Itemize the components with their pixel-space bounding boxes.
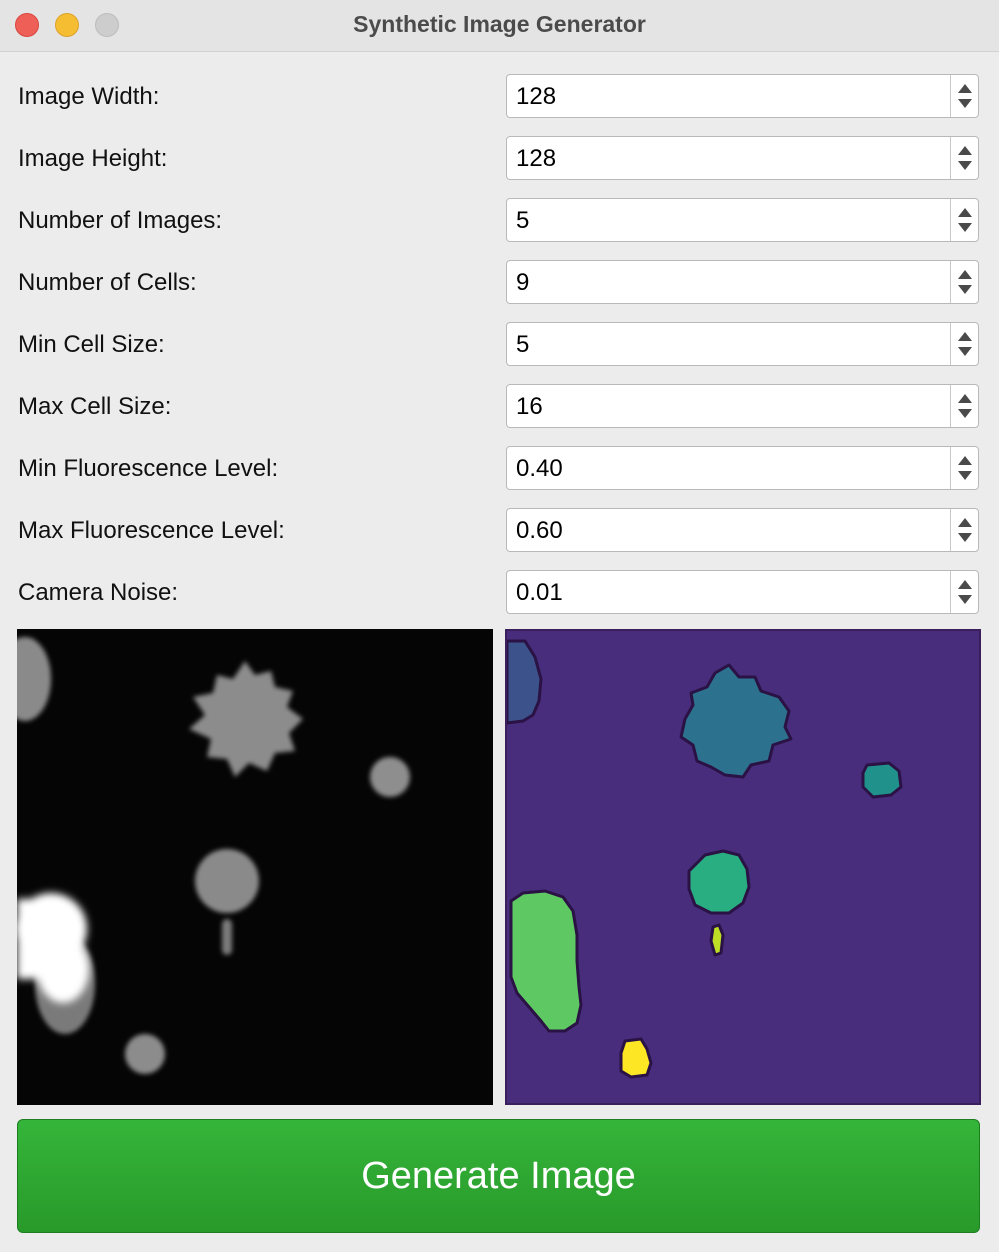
increment-arrow-icon[interactable]: [958, 332, 972, 341]
form-row-image-height: Image Height: 128: [0, 136, 999, 182]
decrement-arrow-icon[interactable]: [958, 471, 972, 480]
decrement-arrow-icon[interactable]: [958, 285, 972, 294]
grayscale-cells-image: [17, 629, 493, 1105]
increment-arrow-icon[interactable]: [958, 456, 972, 465]
increment-arrow-icon[interactable]: [958, 394, 972, 403]
generate-image-button[interactable]: Generate Image: [17, 1119, 980, 1233]
camera-noise-value[interactable]: 0.01: [516, 577, 563, 609]
number-of-cells-spinbox[interactable]: 9: [506, 260, 979, 304]
min-fluorescence-value[interactable]: 0.40: [516, 453, 563, 485]
number-of-images-spinbox[interactable]: 5: [506, 198, 979, 242]
decrement-arrow-icon[interactable]: [958, 99, 972, 108]
camera-noise-spinbox[interactable]: 0.01: [506, 570, 979, 614]
image-height-spinbox[interactable]: 128: [506, 136, 979, 180]
max-cell-size-label: Max Cell Size:: [18, 393, 172, 420]
form-row-min-fluorescence: Min Fluorescence Level: 0.40: [0, 446, 999, 492]
increment-arrow-icon[interactable]: [958, 208, 972, 217]
min-cell-size-value[interactable]: 5: [516, 329, 529, 361]
image-height-label: Image Height:: [18, 145, 168, 172]
min-cell-size-stepper[interactable]: [950, 323, 978, 365]
number-of-images-label: Number of Images:: [18, 207, 223, 234]
increment-arrow-icon[interactable]: [958, 270, 972, 279]
grayscale-image-panel: [17, 629, 493, 1105]
camera-noise-label: Camera Noise:: [18, 579, 179, 606]
min-fluorescence-label: Min Fluorescence Level:: [18, 455, 279, 482]
increment-arrow-icon[interactable]: [958, 580, 972, 589]
form-row-number-of-cells: Number of Cells: 9: [0, 260, 999, 306]
min-cell-size-spinbox[interactable]: 5: [506, 322, 979, 366]
decrement-arrow-icon[interactable]: [958, 595, 972, 604]
min-fluorescence-stepper[interactable]: [950, 447, 978, 489]
increment-arrow-icon[interactable]: [958, 518, 972, 527]
decrement-arrow-icon[interactable]: [958, 161, 972, 170]
number-of-cells-stepper[interactable]: [950, 261, 978, 303]
image-height-value[interactable]: 128: [516, 143, 556, 175]
form-row-camera-noise: Camera Noise: 0.01: [0, 570, 999, 616]
decrement-arrow-icon[interactable]: [958, 409, 972, 418]
image-width-stepper[interactable]: [950, 75, 978, 117]
min-cell-size-label: Min Cell Size:: [18, 331, 165, 358]
title-bar: Synthetic Image Generator: [0, 0, 999, 52]
form-row-max-fluorescence: Max Fluorescence Level: 0.60: [0, 508, 999, 554]
image-width-label: Image Width:: [18, 83, 160, 110]
max-fluorescence-value[interactable]: 0.60: [516, 515, 563, 547]
max-fluorescence-label: Max Fluorescence Level:: [18, 517, 285, 544]
number-of-cells-label: Number of Cells:: [18, 269, 197, 296]
min-fluorescence-spinbox[interactable]: 0.40: [506, 446, 979, 490]
camera-noise-stepper[interactable]: [950, 571, 978, 613]
window-title: Synthetic Image Generator: [353, 11, 646, 37]
increment-arrow-icon[interactable]: [958, 146, 972, 155]
app-window: Synthetic Image Generator Image Width: 1…: [0, 0, 999, 1252]
form-row-min-cell-size: Min Cell Size: 5: [0, 322, 999, 368]
image-height-stepper[interactable]: [950, 137, 978, 179]
increment-arrow-icon[interactable]: [958, 84, 972, 93]
decrement-arrow-icon[interactable]: [958, 223, 972, 232]
form-row-max-cell-size: Max Cell Size: 16: [0, 384, 999, 430]
decrement-arrow-icon[interactable]: [958, 533, 972, 542]
max-cell-size-value[interactable]: 16: [516, 391, 543, 423]
form-row-image-width: Image Width: 128: [0, 74, 999, 120]
label-image-panel: [505, 629, 981, 1105]
max-fluorescence-stepper[interactable]: [950, 509, 978, 551]
max-cell-size-stepper[interactable]: [950, 385, 978, 427]
max-cell-size-spinbox[interactable]: 16: [506, 384, 979, 428]
form-row-number-of-images: Number of Images: 5: [0, 198, 999, 244]
max-fluorescence-spinbox[interactable]: 0.60: [506, 508, 979, 552]
segmentation-labels-image: [507, 631, 979, 1103]
number-of-images-value[interactable]: 5: [516, 205, 529, 237]
decrement-arrow-icon[interactable]: [958, 347, 972, 356]
number-of-cells-value[interactable]: 9: [516, 267, 529, 299]
image-width-value[interactable]: 128: [516, 81, 556, 113]
image-width-spinbox[interactable]: 128: [506, 74, 979, 118]
number-of-images-stepper[interactable]: [950, 199, 978, 241]
